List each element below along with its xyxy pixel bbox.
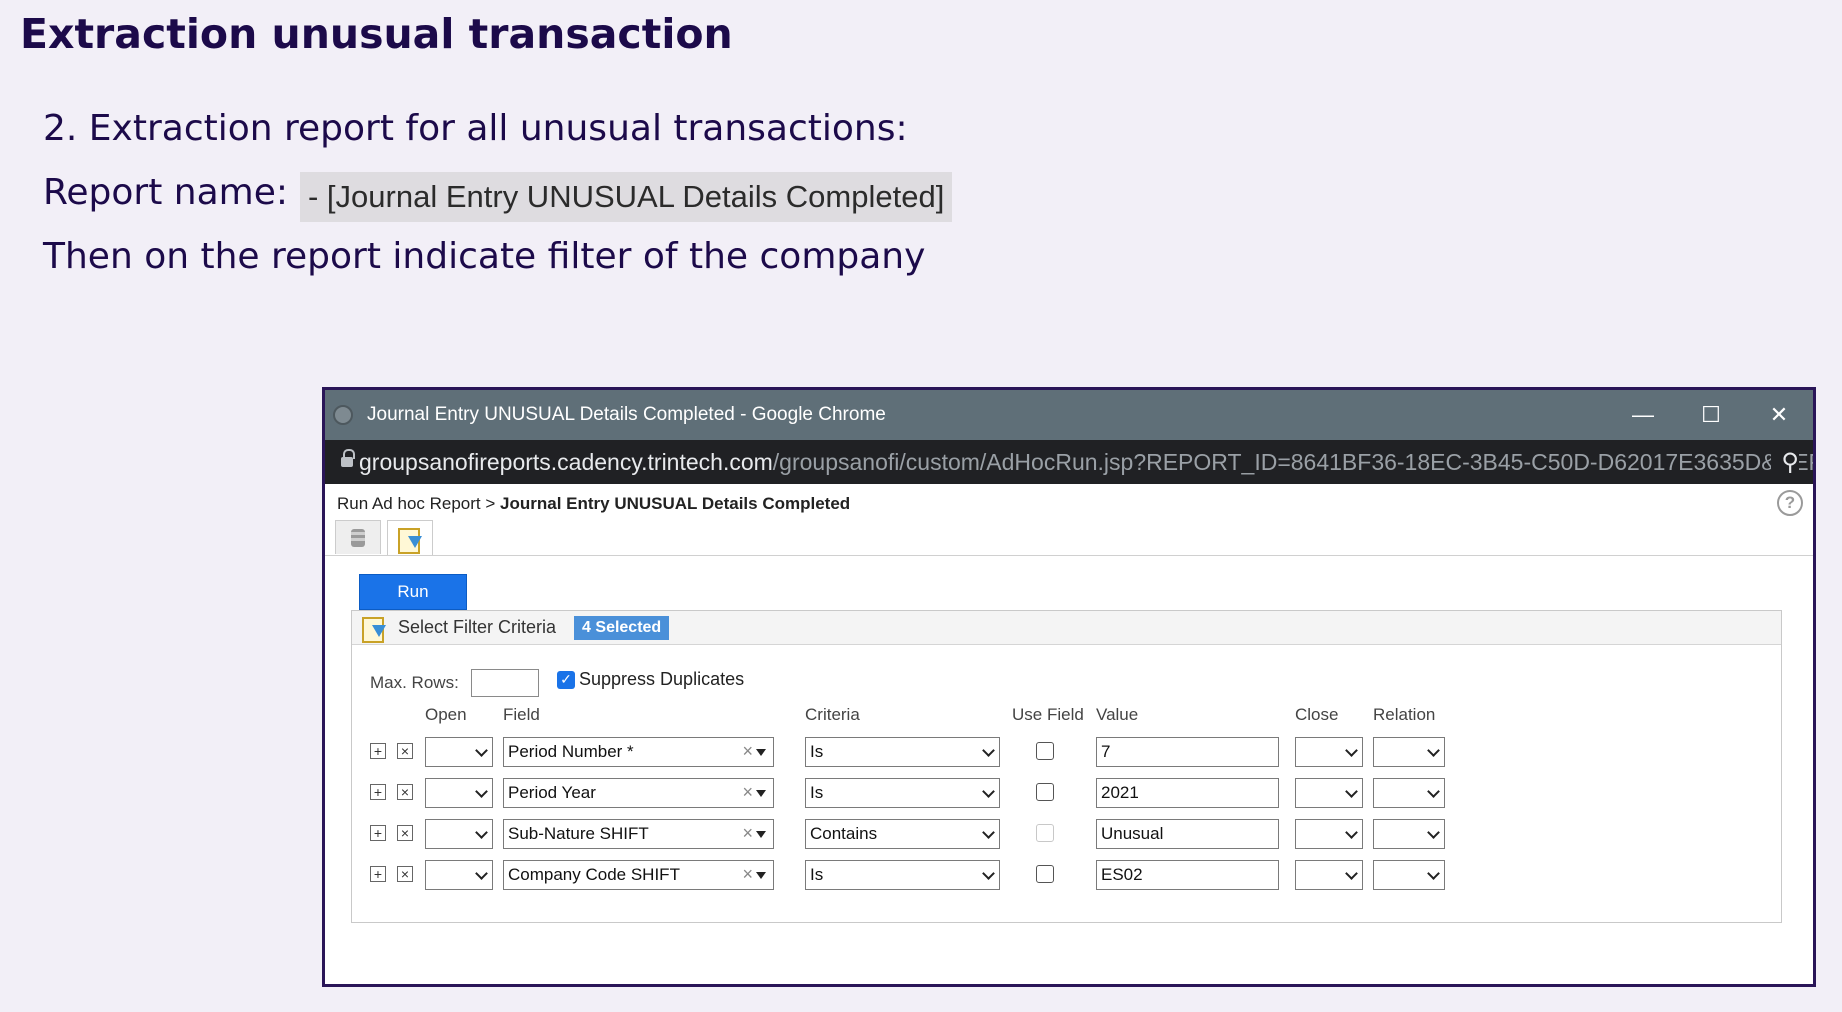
address-bar[interactable]: groupsanofireports.cadency.trintech.com /… [325, 440, 1813, 484]
caret-down-icon[interactable] [756, 749, 766, 756]
slide-title: Extraction unusual transaction [20, 10, 733, 58]
open-paren-select[interactable] [425, 737, 493, 767]
field-select[interactable]: Period Number * × [503, 737, 774, 767]
plus-box-icon[interactable]: + [370, 743, 386, 759]
plus-box-icon[interactable]: + [370, 825, 386, 841]
x-box-icon[interactable]: × [397, 743, 413, 759]
open-paren-select[interactable] [425, 819, 493, 849]
criteria-value: Is [810, 742, 824, 761]
criteria-select[interactable]: Is [805, 778, 1000, 808]
use-field-checkbox [1036, 824, 1054, 842]
field-select[interactable]: Company Code SHIFT × [503, 860, 774, 890]
url-path: /groupsanofi/custom/AdHocRun.jsp?REPORT_… [772, 448, 1813, 475]
relation-select[interactable] [1373, 737, 1445, 767]
criteria-value: Is [810, 865, 824, 884]
filter-icon [362, 616, 386, 643]
field-select[interactable]: Sub-Nature SHIFT × [503, 819, 774, 849]
globe-icon [333, 405, 353, 425]
use-field-checkbox[interactable] [1036, 783, 1054, 801]
filter-report-icon [398, 527, 422, 554]
zoom-icon[interactable]: ⚲ [1771, 448, 1799, 477]
close-button[interactable]: ✕ [1745, 390, 1813, 440]
field-select-value: Period Year [508, 783, 596, 802]
use-field-checkbox[interactable] [1036, 865, 1054, 883]
clear-icon[interactable]: × [742, 782, 753, 803]
relation-select[interactable] [1373, 778, 1445, 808]
suppress-duplicates-checkbox[interactable]: ✓ [557, 670, 575, 689]
clear-icon[interactable]: × [742, 823, 753, 844]
run-button[interactable]: Run [359, 574, 467, 610]
close-paren-select[interactable] [1295, 819, 1363, 849]
caret-down-icon[interactable] [756, 790, 766, 797]
help-icon[interactable]: ? [1777, 490, 1803, 516]
x-box-icon[interactable]: × [397, 784, 413, 800]
caret-down-icon[interactable] [756, 872, 766, 879]
column-field: Field [503, 705, 540, 724]
breadcrumb-parent[interactable]: Run Ad hoc Report > [337, 494, 495, 513]
open-paren-select[interactable] [425, 778, 493, 808]
filter-row: + × Sub-Nature SHIFT × Contains Unusual [352, 819, 1781, 849]
criteria-value: Is [810, 783, 824, 802]
criteria-select[interactable]: Contains [805, 819, 1000, 849]
field-select-value: Company Code SHIFT [508, 865, 680, 884]
breadcrumb: Run Ad hoc Report > Journal Entry UNUSUA… [337, 494, 850, 514]
value-input[interactable]: 2021 [1096, 778, 1279, 808]
close-paren-select[interactable] [1295, 737, 1363, 767]
clear-icon[interactable]: × [742, 741, 753, 762]
caret-down-icon[interactable] [756, 831, 766, 838]
x-box-icon[interactable]: × [397, 825, 413, 841]
open-paren-select[interactable] [425, 860, 493, 890]
plus-box-icon[interactable]: + [370, 866, 386, 882]
field-select-value: Period Number * [508, 742, 634, 761]
tab-filter[interactable] [387, 520, 433, 556]
window-titlebar: Journal Entry UNUSUAL Details Completed … [325, 390, 1813, 440]
column-close: Close [1295, 705, 1339, 724]
column-criteria: Criteria [805, 705, 860, 724]
panel-header[interactable]: Select Filter Criteria 4 Selected [352, 611, 1781, 645]
use-field-checkbox[interactable] [1036, 742, 1054, 760]
filter-row: + × Period Year × Is 2021 [352, 778, 1781, 808]
criteria-value: Contains [810, 824, 878, 843]
panel-title: Select Filter Criteria [398, 617, 557, 637]
report-name-label: Report name: [43, 172, 289, 213]
column-use-field: Use Field [1012, 705, 1084, 724]
suppress-duplicates-label: Suppress Duplicates [579, 669, 745, 689]
max-rows-input[interactable] [470, 669, 539, 697]
column-open: Open [425, 705, 467, 724]
close-paren-select[interactable] [1295, 860, 1363, 890]
minimize-button[interactable]: — [1609, 390, 1677, 440]
field-select-value: Sub-Nature SHIFT [508, 824, 649, 843]
window-title: Journal Entry UNUSUAL Details Completed … [367, 404, 886, 425]
column-value: Value [1096, 705, 1139, 724]
database-icon [351, 528, 365, 547]
clear-icon[interactable]: × [742, 864, 753, 885]
selected-count-badge: 4 Selected [574, 615, 670, 640]
tab-data-source[interactable] [335, 520, 381, 554]
close-paren-select[interactable] [1295, 778, 1363, 808]
filter-row: + × Period Number * × Is 7 [352, 737, 1781, 767]
value-input[interactable]: 7 [1096, 737, 1279, 767]
plus-box-icon[interactable]: + [370, 784, 386, 800]
breadcrumb-current: Journal Entry UNUSUAL Details Completed [500, 494, 851, 513]
max-rows-label: Max. Rows: [370, 673, 459, 692]
instruction-line-3: Then on the report indicate filter of th… [43, 236, 926, 277]
chrome-window: Journal Entry UNUSUAL Details Completed … [322, 387, 1816, 987]
relation-select[interactable] [1373, 819, 1445, 849]
maximize-button[interactable]: ☐ [1677, 390, 1745, 440]
column-relation: Relation [1373, 705, 1436, 724]
page-content: Run Ad hoc Report > Journal Entry UNUSUA… [325, 484, 1813, 984]
url-host: groupsanofireports.cadency.trintech.com [359, 448, 773, 475]
field-select[interactable]: Period Year × [503, 778, 774, 808]
x-box-icon[interactable]: × [397, 866, 413, 882]
relation-select[interactable] [1373, 860, 1445, 890]
report-name-highlight: - [Journal Entry UNUSUAL Details Complet… [300, 172, 953, 222]
criteria-select[interactable]: Is [805, 860, 1000, 890]
instruction-line-1: 2. Extraction report for all unusual tra… [43, 108, 908, 149]
filter-criteria-panel: Select Filter Criteria 4 Selected Max. R… [351, 610, 1782, 923]
tab-divider [325, 555, 1813, 556]
criteria-select[interactable]: Is [805, 737, 1000, 767]
value-input[interactable]: Unusual [1096, 819, 1279, 849]
value-input[interactable]: ES02 [1096, 860, 1279, 890]
filter-row: + × Company Code SHIFT × Is ES02 [352, 860, 1781, 890]
